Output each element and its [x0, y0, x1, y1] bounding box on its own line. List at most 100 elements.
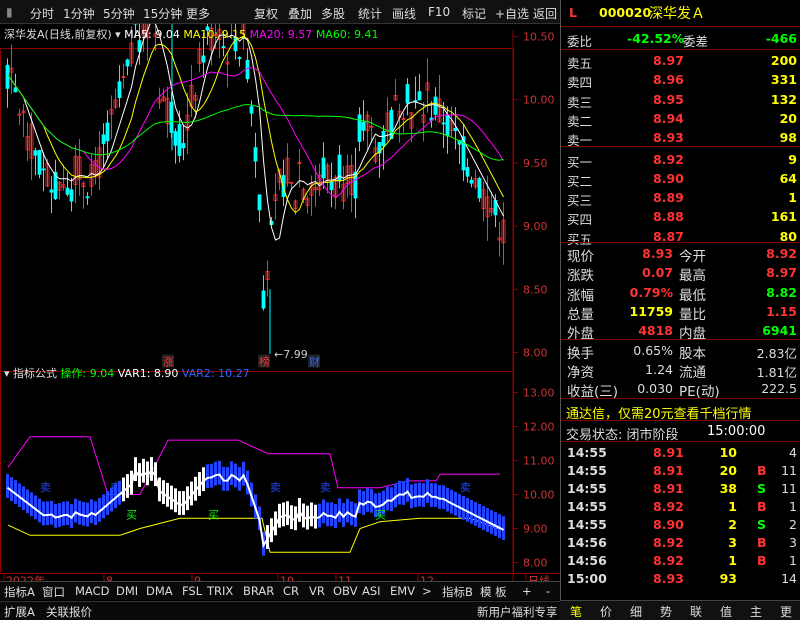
quote-tab-0[interactable]: 笔 — [570, 603, 582, 620]
indicator-bar — [426, 479, 429, 503]
book-label: 买二 — [567, 173, 593, 189]
tick-time: 14:55 — [567, 445, 607, 460]
toolbar-6[interactable]: 叠加 — [288, 5, 312, 22]
kline-chart[interactable]: ←12.80←7.99 涨榜财 买买买卖卖卖卖卖 12.5012.0011.50… — [0, 24, 560, 594]
indicator-tab-14[interactable]: 指标B — [442, 584, 473, 600]
toolbar-11[interactable]: 标记 — [462, 5, 486, 22]
toolbar-13[interactable]: 返回 — [533, 5, 557, 22]
book-price[interactable]: 8.96 — [653, 72, 684, 87]
tick-row: 14:56 8.92 1 B 1 — [561, 551, 800, 571]
stat-label: 最低 — [679, 287, 706, 304]
book-row[interactable]: 卖四 8.96 331 — [561, 70, 800, 90]
candle-body — [173, 131, 178, 146]
quote-tab-4[interactable]: 联 — [690, 603, 702, 620]
book-row[interactable]: 买四 8.88 161 — [561, 207, 800, 227]
toolbar-7[interactable]: 多股 — [321, 5, 345, 22]
legend-arrow-icon[interactable]: ▾ — [4, 367, 10, 380]
quote-tab-1[interactable]: 价 — [600, 603, 612, 620]
toolbar-1[interactable]: 1分钟 — [63, 5, 95, 22]
book-price[interactable]: 8.97 — [653, 53, 684, 68]
indicator-tab-13[interactable]: > — [422, 584, 432, 598]
quote-tab-7[interactable]: 更 — [780, 603, 792, 620]
candle-body — [41, 168, 46, 171]
indicator-tab-9[interactable]: VR — [309, 584, 325, 598]
indicator-tab-11[interactable]: ASI — [362, 584, 381, 598]
quote-tab-6[interactable]: 主 — [750, 603, 762, 620]
toolbar-4[interactable]: 更多 — [186, 5, 210, 22]
toolbar-9[interactable]: 画线 — [392, 5, 416, 22]
indicator-tab-8[interactable]: CR — [283, 584, 299, 598]
candle-body — [117, 81, 122, 99]
book-row[interactable]: 买二 8.90 64 — [561, 169, 800, 189]
legend-arrow-icon[interactable]: ▾ — [115, 28, 121, 41]
toolbar-5[interactable]: 复权 — [254, 5, 278, 22]
indicator-tab-6[interactable]: TRIX — [207, 584, 233, 598]
indicator-tab-17[interactable]: - — [546, 584, 550, 598]
stat-row: 涨幅 0.79% 最低 8.82 — [561, 283, 800, 304]
stat-label: 量比 — [679, 306, 706, 323]
indicator-bar — [6, 474, 9, 498]
book-price[interactable]: 8.90 — [653, 171, 684, 186]
book-price[interactable]: 8.88 — [653, 209, 684, 224]
quote-tab-2[interactable]: 细 — [630, 603, 642, 620]
indicator-tab-0[interactable]: 指标A — [4, 584, 35, 600]
stat-value: 0.65% — [633, 343, 673, 358]
tick-volume: 10 — [719, 445, 737, 460]
tick-time: 14:56 — [567, 553, 607, 568]
book-volume: 331 — [770, 72, 797, 88]
indicator-tab-1[interactable]: 窗口 — [42, 584, 65, 600]
indicator-bar — [346, 498, 349, 523]
quote-tab-5[interactable]: 值 — [720, 603, 732, 620]
indicator-bar — [494, 512, 497, 536]
book-row[interactable]: 买三 8.89 1 — [561, 188, 800, 208]
toolbar-10[interactable]: F10 — [428, 5, 450, 19]
book-price[interactable]: 8.93 — [653, 130, 684, 145]
toolbar-0[interactable]: 分时 — [30, 5, 54, 22]
book-row[interactable]: 卖二 8.94 20 — [561, 109, 800, 129]
book-row[interactable]: 卖三 8.95 132 — [561, 90, 800, 110]
indicator-bar — [478, 504, 481, 528]
indicator-tab-15[interactable]: 模 板 — [480, 584, 507, 600]
tick-volume: 2 — [728, 517, 737, 532]
indicator-tab-4[interactable]: DMA — [146, 584, 173, 598]
indicator-bar — [454, 491, 457, 516]
tick-volume: 93 — [719, 571, 737, 586]
indicator-tab-7[interactable]: BRAR — [243, 584, 274, 598]
indicator-tab-3[interactable]: DMI — [116, 584, 138, 598]
indicator-tab-16[interactable]: + — [522, 584, 532, 598]
indicator-tab-5[interactable]: FSL — [182, 584, 202, 598]
toolbar-3[interactable]: 15分钟 — [143, 5, 182, 22]
new-user-promo[interactable]: 新用户福利专享 — [477, 604, 558, 620]
stat-row: 涨跌 0.07 最高 8.97 — [561, 263, 800, 284]
toolbar-8[interactable]: 统计 — [358, 5, 382, 22]
book-price[interactable]: 8.89 — [653, 190, 684, 205]
indicator-name[interactable]: 指标公式 — [13, 367, 57, 380]
book-price[interactable]: 8.95 — [653, 92, 684, 107]
book-row[interactable]: 卖五 8.97 200 — [561, 51, 800, 71]
tick-row: 14:55 8.91 38 S 11 — [561, 479, 800, 499]
candle-body — [469, 179, 474, 184]
book-row[interactable]: 买一 8.92 9 — [561, 150, 800, 170]
toolbar-2[interactable]: 5分钟 — [103, 5, 135, 22]
stat-value: 0.07 — [642, 265, 673, 281]
book-volume: 200 — [770, 53, 797, 68]
indicator-bar — [214, 461, 217, 486]
indicator-bar — [398, 480, 401, 505]
book-price[interactable]: 8.92 — [653, 152, 684, 167]
indicator-tab-10[interactable]: OBV — [333, 584, 357, 598]
expand-a[interactable]: 扩展A — [4, 604, 35, 620]
toolbar-12[interactable]: +自选 — [495, 5, 529, 22]
indicator-tab-2[interactable]: MACD — [75, 584, 109, 598]
quote-tab-3[interactable]: 势 — [660, 603, 672, 620]
indicator-bar — [286, 501, 289, 526]
indicator-bar — [90, 499, 93, 524]
book-price[interactable]: 8.94 — [653, 111, 684, 126]
promo-row[interactable]: 通达信，仅需20元查看千档行情 — [561, 401, 800, 422]
tick-time: 14:56 — [567, 535, 607, 550]
tick-volume: 3 — [728, 535, 737, 550]
indicator-tab-12[interactable]: EMV — [390, 584, 415, 598]
related-quote[interactable]: 关联报价 — [46, 604, 92, 620]
book-volume: 161 — [770, 209, 797, 225]
menu-icon[interactable]: ▮ — [6, 5, 13, 19]
candle-body — [405, 84, 410, 104]
